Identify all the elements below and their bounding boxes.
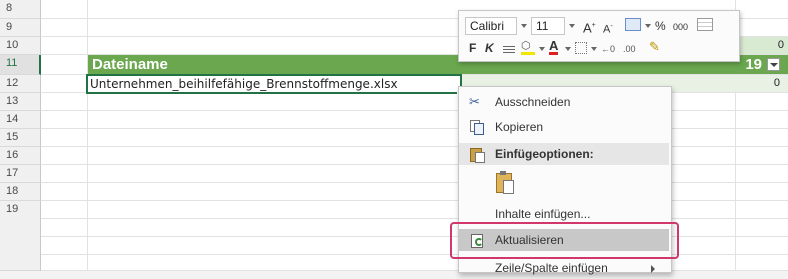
grid-row xyxy=(41,201,788,219)
menu-item-zeile-spalte-einfuegen[interactable]: Zeile/Spalte einfügen xyxy=(459,257,669,279)
format-painter-icon[interactable]: ✎ xyxy=(649,39,660,55)
row-header[interactable]: 18 xyxy=(0,183,41,201)
align-center-icon[interactable] xyxy=(503,44,515,53)
font-color-icon[interactable]: A xyxy=(549,39,559,55)
row-header[interactable]: 10 xyxy=(0,37,41,55)
menu-item-kopieren[interactable]: Kopieren xyxy=(459,116,669,138)
fill-color-dropdown-icon[interactable] xyxy=(539,47,545,51)
decrease-decimal-icon[interactable]: .00 xyxy=(623,41,636,57)
borders-icon[interactable] xyxy=(575,42,587,54)
increase-decimal-icon[interactable]: ←0 xyxy=(601,41,615,57)
font-size-box[interactable]: 11 xyxy=(531,17,565,35)
scissors-icon: ✂ xyxy=(469,94,480,109)
number-format-icon[interactable] xyxy=(625,18,641,31)
row-header[interactable]: 8 xyxy=(0,0,41,19)
percent-icon[interactable]: % xyxy=(655,18,666,34)
borders-dropdown-icon[interactable] xyxy=(591,47,597,51)
number-format-dropdown-icon[interactable] xyxy=(645,24,651,28)
menu-item-paste[interactable] xyxy=(459,167,669,203)
row-header[interactable]: 19 xyxy=(0,201,41,271)
italic-icon[interactable]: K xyxy=(485,40,494,56)
grid-row xyxy=(41,93,788,111)
row-header[interactable]: 15 xyxy=(0,129,41,147)
submenu-arrow-icon xyxy=(651,265,655,273)
column-divider xyxy=(87,0,88,271)
font-name-box[interactable]: Calibri xyxy=(465,17,517,35)
thousands-separator-icon[interactable]: 000 xyxy=(673,19,688,35)
filter-dropdown-icon[interactable] xyxy=(767,58,780,71)
highlight-box xyxy=(450,222,679,259)
row-header[interactable]: 14 xyxy=(0,111,41,129)
bold-icon[interactable]: F xyxy=(469,40,476,56)
paste-clipboard-icon xyxy=(495,171,515,197)
menu-item-einfuegeoptionen: Einfügeoptionen: xyxy=(459,143,669,165)
row-header[interactable]: 17 xyxy=(0,165,41,183)
fill-color-icon[interactable]: ⬡ xyxy=(521,41,535,55)
paste-options-icon xyxy=(469,147,485,163)
row-header[interactable]: 9 xyxy=(0,19,41,37)
row-header[interactable]: 13 xyxy=(0,93,41,111)
menu-item-ausschneiden[interactable]: ✂ Ausschneiden xyxy=(459,91,669,113)
grid-row xyxy=(41,129,788,147)
row-header[interactable]: 16 xyxy=(0,147,41,165)
row-header[interactable]: 12 xyxy=(0,75,41,93)
grid-row xyxy=(41,165,788,183)
grid-row xyxy=(41,183,788,201)
font-color-dropdown-icon[interactable] xyxy=(565,47,571,51)
increase-font-icon[interactable]: A+ xyxy=(583,18,596,36)
table-header-dateiname[interactable]: Dateiname xyxy=(88,55,460,74)
row-header[interactable]: 11 xyxy=(0,55,41,75)
font-name-dropdown-icon[interactable] xyxy=(521,24,527,28)
grid-row xyxy=(41,111,788,129)
decrease-font-icon[interactable]: A- xyxy=(603,19,613,38)
grid-row xyxy=(41,147,788,165)
cell-row9-value[interactable]: 0 xyxy=(736,37,788,54)
mini-toolbar: Calibri 11 A+ A- % 000 F K ⬡ A ←0 .00 ✎ xyxy=(458,10,740,62)
selected-cell[interactable]: Unternehmen_beihilfefähige_Brennstoffmen… xyxy=(86,74,462,94)
font-size-dropdown-icon[interactable] xyxy=(569,24,575,28)
table-format-icon[interactable] xyxy=(697,18,713,31)
copy-icon xyxy=(469,120,485,135)
